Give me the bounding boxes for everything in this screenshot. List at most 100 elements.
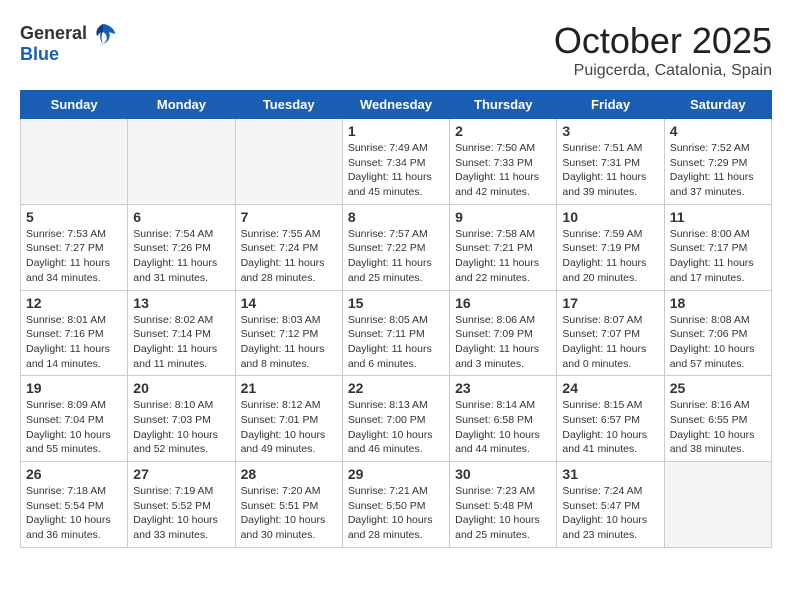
day-number: 26 bbox=[26, 466, 122, 482]
calendar-day-cell: 20 Sunrise: 8:10 AM Sunset: 7:03 PM Dayli… bbox=[128, 376, 235, 462]
day-number: 10 bbox=[562, 209, 658, 225]
calendar-day-cell: 1 Sunrise: 7:49 AM Sunset: 7:34 PM Daylig… bbox=[342, 119, 449, 205]
day-number: 5 bbox=[26, 209, 122, 225]
day-of-week-header: Thursday bbox=[450, 91, 557, 119]
day-of-week-header: Wednesday bbox=[342, 91, 449, 119]
location: Puigcerda, Catalonia, Spain bbox=[554, 62, 772, 80]
calendar-day-cell: 23 Sunrise: 8:14 AM Sunset: 6:58 PM Dayli… bbox=[450, 376, 557, 462]
day-info: Sunrise: 7:49 AM Sunset: 7:34 PM Dayligh… bbox=[348, 141, 444, 200]
day-info: Sunrise: 8:00 AM Sunset: 7:17 PM Dayligh… bbox=[670, 227, 766, 286]
day-info: Sunrise: 8:08 AM Sunset: 7:06 PM Dayligh… bbox=[670, 313, 766, 372]
calendar-table: SundayMondayTuesdayWednesdayThursdayFrid… bbox=[20, 90, 772, 548]
day-number: 14 bbox=[241, 295, 337, 311]
calendar-week-row: 5 Sunrise: 7:53 AM Sunset: 7:27 PM Daylig… bbox=[21, 204, 772, 290]
calendar-day-cell: 29 Sunrise: 7:21 AM Sunset: 5:50 PM Dayli… bbox=[342, 462, 449, 548]
day-number: 30 bbox=[455, 466, 551, 482]
day-info: Sunrise: 7:55 AM Sunset: 7:24 PM Dayligh… bbox=[241, 227, 337, 286]
page-header: General Blue October 2025 Puigcerda, Cat… bbox=[20, 20, 772, 80]
calendar-day-cell: 24 Sunrise: 8:15 AM Sunset: 6:57 PM Dayli… bbox=[557, 376, 664, 462]
calendar-day-cell: 4 Sunrise: 7:52 AM Sunset: 7:29 PM Daylig… bbox=[664, 119, 771, 205]
calendar-day-cell: 9 Sunrise: 7:58 AM Sunset: 7:21 PM Daylig… bbox=[450, 204, 557, 290]
day-of-week-header: Tuesday bbox=[235, 91, 342, 119]
calendar-week-row: 26 Sunrise: 7:18 AM Sunset: 5:54 PM Dayli… bbox=[21, 462, 772, 548]
calendar-week-row: 19Sunrise: 8:09 AM Sunset: 7:04 PM Dayli… bbox=[21, 376, 772, 462]
day-number: 13 bbox=[133, 295, 229, 311]
day-info: Sunrise: 8:02 AM Sunset: 7:14 PM Dayligh… bbox=[133, 313, 229, 372]
calendar-day-cell: 18 Sunrise: 8:08 AM Sunset: 7:06 PM Dayli… bbox=[664, 290, 771, 376]
calendar-day-cell bbox=[21, 119, 128, 205]
calendar-day-cell: 17Sunrise: 8:07 AM Sunset: 7:07 PM Dayli… bbox=[557, 290, 664, 376]
day-number: 18 bbox=[670, 295, 766, 311]
title-section: October 2025 Puigcerda, Catalonia, Spain bbox=[554, 20, 772, 80]
day-info: Sunrise: 7:24 AM Sunset: 5:47 PM Dayligh… bbox=[562, 484, 658, 543]
day-info: Sunrise: 8:05 AM Sunset: 7:11 PM Dayligh… bbox=[348, 313, 444, 372]
day-number: 9 bbox=[455, 209, 551, 225]
calendar-day-cell: 31 Sunrise: 7:24 AM Sunset: 5:47 PM Dayli… bbox=[557, 462, 664, 548]
day-number: 1 bbox=[348, 123, 444, 139]
day-of-week-header: Monday bbox=[128, 91, 235, 119]
day-number: 29 bbox=[348, 466, 444, 482]
day-info: Sunrise: 8:06 AM Sunset: 7:09 PM Dayligh… bbox=[455, 313, 551, 372]
day-number: 11 bbox=[670, 209, 766, 225]
calendar-day-cell: 28Sunrise: 7:20 AM Sunset: 5:51 PM Dayli… bbox=[235, 462, 342, 548]
calendar-day-cell: 6Sunrise: 7:54 AM Sunset: 7:26 PM Daylig… bbox=[128, 204, 235, 290]
day-info: Sunrise: 8:14 AM Sunset: 6:58 PM Dayligh… bbox=[455, 398, 551, 457]
day-number: 8 bbox=[348, 209, 444, 225]
calendar-day-cell: 7 Sunrise: 7:55 AM Sunset: 7:24 PM Daylig… bbox=[235, 204, 342, 290]
day-number: 21 bbox=[241, 380, 337, 396]
calendar-header-row: SundayMondayTuesdayWednesdayThursdayFrid… bbox=[21, 91, 772, 119]
day-of-week-header: Saturday bbox=[664, 91, 771, 119]
month-title: October 2025 bbox=[554, 20, 772, 62]
day-info: Sunrise: 8:03 AM Sunset: 7:12 PM Dayligh… bbox=[241, 313, 337, 372]
day-number: 27 bbox=[133, 466, 229, 482]
calendar-day-cell: 8 Sunrise: 7:57 AM Sunset: 7:22 PM Daylig… bbox=[342, 204, 449, 290]
calendar-day-cell: 30 Sunrise: 7:23 AM Sunset: 5:48 PM Dayli… bbox=[450, 462, 557, 548]
day-info: Sunrise: 8:09 AM Sunset: 7:04 PM Dayligh… bbox=[26, 398, 122, 457]
day-number: 16 bbox=[455, 295, 551, 311]
calendar-day-cell: 14 Sunrise: 8:03 AM Sunset: 7:12 PM Dayli… bbox=[235, 290, 342, 376]
day-number: 20 bbox=[133, 380, 229, 396]
day-info: Sunrise: 7:20 AM Sunset: 5:51 PM Dayligh… bbox=[241, 484, 337, 543]
day-number: 6 bbox=[133, 209, 229, 225]
logo: General Blue bbox=[20, 20, 117, 65]
day-number: 31 bbox=[562, 466, 658, 482]
day-number: 23 bbox=[455, 380, 551, 396]
calendar-day-cell: 3Sunrise: 7:51 AM Sunset: 7:31 PM Daylig… bbox=[557, 119, 664, 205]
day-info: Sunrise: 7:23 AM Sunset: 5:48 PM Dayligh… bbox=[455, 484, 551, 543]
calendar-day-cell: 19Sunrise: 8:09 AM Sunset: 7:04 PM Dayli… bbox=[21, 376, 128, 462]
day-number: 12 bbox=[26, 295, 122, 311]
day-info: Sunrise: 7:58 AM Sunset: 7:21 PM Dayligh… bbox=[455, 227, 551, 286]
day-info: Sunrise: 7:21 AM Sunset: 5:50 PM Dayligh… bbox=[348, 484, 444, 543]
day-info: Sunrise: 8:12 AM Sunset: 7:01 PM Dayligh… bbox=[241, 398, 337, 457]
day-info: Sunrise: 8:15 AM Sunset: 6:57 PM Dayligh… bbox=[562, 398, 658, 457]
day-number: 2 bbox=[455, 123, 551, 139]
day-info: Sunrise: 7:57 AM Sunset: 7:22 PM Dayligh… bbox=[348, 227, 444, 286]
calendar-day-cell bbox=[664, 462, 771, 548]
calendar-day-cell bbox=[128, 119, 235, 205]
logo-bird-icon bbox=[89, 20, 117, 48]
day-info: Sunrise: 7:52 AM Sunset: 7:29 PM Dayligh… bbox=[670, 141, 766, 200]
day-info: Sunrise: 7:18 AM Sunset: 5:54 PM Dayligh… bbox=[26, 484, 122, 543]
day-info: Sunrise: 7:53 AM Sunset: 7:27 PM Dayligh… bbox=[26, 227, 122, 286]
calendar-day-cell: 21 Sunrise: 8:12 AM Sunset: 7:01 PM Dayli… bbox=[235, 376, 342, 462]
day-number: 24 bbox=[562, 380, 658, 396]
calendar-day-cell: 27 Sunrise: 7:19 AM Sunset: 5:52 PM Dayli… bbox=[128, 462, 235, 548]
calendar-day-cell: 13 Sunrise: 8:02 AM Sunset: 7:14 PM Dayli… bbox=[128, 290, 235, 376]
day-number: 15 bbox=[348, 295, 444, 311]
calendar-day-cell: 16 Sunrise: 8:06 AM Sunset: 7:09 PM Dayli… bbox=[450, 290, 557, 376]
calendar-day-cell: 26 Sunrise: 7:18 AM Sunset: 5:54 PM Dayli… bbox=[21, 462, 128, 548]
day-of-week-header: Sunday bbox=[21, 91, 128, 119]
day-number: 25 bbox=[670, 380, 766, 396]
day-info: Sunrise: 7:59 AM Sunset: 7:19 PM Dayligh… bbox=[562, 227, 658, 286]
day-number: 7 bbox=[241, 209, 337, 225]
calendar-day-cell: 25Sunrise: 8:16 AM Sunset: 6:55 PM Dayli… bbox=[664, 376, 771, 462]
day-info: Sunrise: 8:10 AM Sunset: 7:03 PM Dayligh… bbox=[133, 398, 229, 457]
day-number: 4 bbox=[670, 123, 766, 139]
day-info: Sunrise: 7:50 AM Sunset: 7:33 PM Dayligh… bbox=[455, 141, 551, 200]
calendar-week-row: 12Sunrise: 8:01 AM Sunset: 7:16 PM Dayli… bbox=[21, 290, 772, 376]
day-info: Sunrise: 7:19 AM Sunset: 5:52 PM Dayligh… bbox=[133, 484, 229, 543]
calendar-day-cell: 10 Sunrise: 7:59 AM Sunset: 7:19 PM Dayli… bbox=[557, 204, 664, 290]
calendar-day-cell: 5 Sunrise: 7:53 AM Sunset: 7:27 PM Daylig… bbox=[21, 204, 128, 290]
calendar-day-cell: 15 Sunrise: 8:05 AM Sunset: 7:11 PM Dayli… bbox=[342, 290, 449, 376]
calendar-day-cell: 22Sunrise: 8:13 AM Sunset: 7:00 PM Dayli… bbox=[342, 376, 449, 462]
